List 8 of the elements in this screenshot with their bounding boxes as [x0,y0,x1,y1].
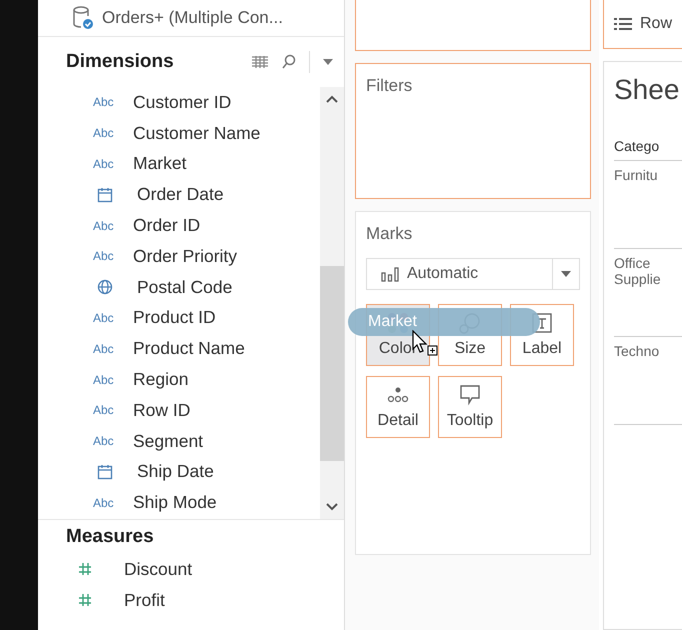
sheet-title: Shee [614,73,680,107]
section-title: Measures [66,526,155,548]
row-header: Office Supplie [614,249,682,337]
row-header: Techno [614,337,682,425]
section-title: Dimensions [66,51,174,73]
column-header: Catego [614,138,682,161]
card-title: Marks [366,224,414,244]
row-header: Furnitu [614,161,682,249]
